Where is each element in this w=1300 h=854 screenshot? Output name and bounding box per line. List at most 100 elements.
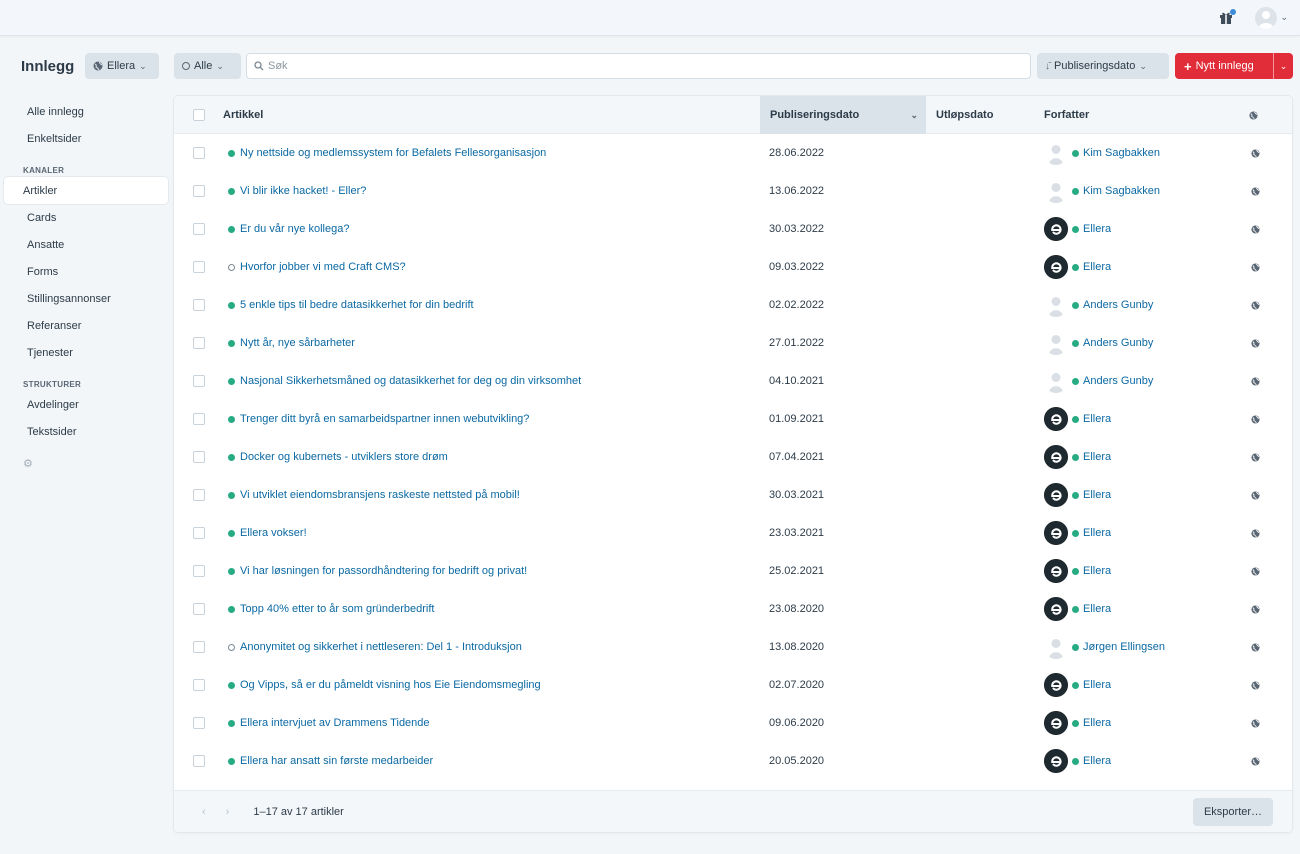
row-checkbox-cell[interactable] xyxy=(193,514,205,552)
row-checkbox[interactable] xyxy=(193,641,205,653)
sidebar-item-avdelinger[interactable]: Avdelinger xyxy=(4,391,168,418)
table-row[interactable]: Topp 40% etter to år som gründerbedrift 2… xyxy=(174,590,1292,628)
row-checkbox[interactable] xyxy=(193,185,205,197)
sidebar-item-alle-innlegg[interactable]: Alle innlegg xyxy=(4,98,168,125)
table-row[interactable]: Trenger ditt byrå en samarbeidspartner i… xyxy=(174,400,1292,438)
row-checkbox-cell[interactable] xyxy=(193,324,205,362)
row-checkbox-cell[interactable] xyxy=(193,666,205,704)
entry-title-link[interactable]: Ellera vokser! xyxy=(228,527,307,539)
row-checkbox-cell[interactable] xyxy=(193,248,205,286)
sidebar-item-ansatte[interactable]: Ansatte xyxy=(4,231,168,258)
author-link[interactable]: Ellera xyxy=(1044,217,1111,241)
row-checkbox[interactable] xyxy=(193,413,205,425)
row-checkbox-cell[interactable] xyxy=(193,742,205,780)
entry-title-link[interactable]: Ellera har ansatt sin første medarbeider xyxy=(228,755,433,767)
table-row[interactable]: 5 enkle tips til bedre datasikkerhet for… xyxy=(174,286,1292,324)
author-link[interactable]: Ellera xyxy=(1044,673,1111,697)
author-link[interactable]: Kim Sagbakken xyxy=(1044,179,1160,203)
next-page-chevron-icon[interactable]: › xyxy=(226,806,230,818)
site-menu-button[interactable]: Ellera ⌄ xyxy=(85,53,159,79)
export-button[interactable]: Eksporter… xyxy=(1193,798,1273,826)
table-row[interactable]: Docker og kubernets - utviklers store dr… xyxy=(174,438,1292,476)
entry-title-link[interactable]: Vi blir ikke hacket! - Eller? xyxy=(228,185,366,197)
customize-sources-gear-icon[interactable]: ⚙ xyxy=(0,457,172,470)
user-menu[interactable]: ⌄ xyxy=(1255,6,1288,29)
entry-title-link[interactable]: Trenger ditt byrå en samarbeidspartner i… xyxy=(228,413,529,425)
entry-title-link[interactable]: Ny nettside og medlemssystem for Befalet… xyxy=(228,147,546,159)
entry-title-link[interactable]: Topp 40% etter to år som gründerbedrift xyxy=(228,603,434,615)
author-link[interactable]: Kim Sagbakken xyxy=(1044,141,1160,165)
sidebar-item-cards[interactable]: Cards xyxy=(4,204,168,231)
author-link[interactable]: Anders Gunby xyxy=(1044,331,1153,355)
row-checkbox[interactable] xyxy=(193,337,205,349)
row-checkbox-cell[interactable] xyxy=(193,172,205,210)
table-row[interactable]: Hvorfor jobber vi med Craft CMS? 09.03.20… xyxy=(174,248,1292,286)
row-checkbox-cell[interactable] xyxy=(193,704,205,742)
select-all-checkbox[interactable] xyxy=(193,109,205,121)
row-checkbox[interactable] xyxy=(193,261,205,273)
sidebar-item-stillingsannonser[interactable]: Stillingsannonser xyxy=(4,285,168,312)
search-box[interactable] xyxy=(246,53,1031,79)
row-checkbox-cell[interactable] xyxy=(193,552,205,590)
search-input[interactable] xyxy=(268,60,1008,72)
sidebar-item-enkeltsider[interactable]: Enkeltsider xyxy=(4,125,168,152)
row-checkbox[interactable] xyxy=(193,603,205,615)
table-row[interactable]: Og Vipps, så er du påmeldt visning hos E… xyxy=(174,666,1292,704)
table-row[interactable]: Vi blir ikke hacket! - Eller? 13.06.2022 K… xyxy=(174,172,1292,210)
column-header-post-date[interactable]: Publiseringsdato ⌄ xyxy=(760,96,926,134)
sidebar-item-tjenester[interactable]: Tjenester xyxy=(4,339,168,366)
column-header-title[interactable]: Artikkel xyxy=(223,96,263,134)
entry-title-link[interactable]: Og Vipps, så er du påmeldt visning hos E… xyxy=(228,679,541,691)
row-checkbox[interactable] xyxy=(193,375,205,387)
author-link[interactable]: Anders Gunby xyxy=(1044,369,1153,393)
sort-menu-button[interactable]: ↓̄ Publiseringsdato ⌄ xyxy=(1037,53,1169,79)
row-checkbox[interactable] xyxy=(193,755,205,767)
entry-title-link[interactable]: Nasjonal Sikkerhetsmåned og datasikkerhe… xyxy=(228,375,581,387)
table-row[interactable]: Ellera har ansatt sin første medarbeider… xyxy=(174,742,1292,780)
table-row[interactable]: Nasjonal Sikkerhetsmåned og datasikkerhe… xyxy=(174,362,1292,400)
column-header-expiry[interactable]: Utløpsdato xyxy=(936,96,993,134)
author-link[interactable]: Ellera xyxy=(1044,711,1111,735)
author-link[interactable]: Ellera xyxy=(1044,407,1111,431)
row-checkbox[interactable] xyxy=(193,451,205,463)
select-all-checkbox-cell[interactable] xyxy=(193,96,213,134)
table-row[interactable]: Nytt år, nye sårbarheter 27.01.2022 Anders… xyxy=(174,324,1292,362)
prev-page-chevron-icon[interactable]: ‹ xyxy=(202,806,206,818)
new-entry-dropdown[interactable]: ⌄ xyxy=(1274,61,1293,72)
author-link[interactable]: Ellera xyxy=(1044,559,1111,583)
sidebar-item-tekstsider[interactable]: Tekstsider xyxy=(4,418,168,445)
table-row[interactable]: Vi har løsningen for passordhåndtering f… xyxy=(174,552,1292,590)
sidebar-item-artikler[interactable]: Artikler xyxy=(4,177,168,204)
row-checkbox-cell[interactable] xyxy=(193,362,205,400)
row-checkbox[interactable] xyxy=(193,489,205,501)
table-row[interactable]: Anonymitet og sikkerhet i nettleseren: D… xyxy=(174,628,1292,666)
entry-title-link[interactable]: Docker og kubernets - utviklers store dr… xyxy=(228,451,448,463)
author-link[interactable]: Ellera xyxy=(1044,597,1111,621)
entry-title-link[interactable]: Vi har løsningen for passordhåndtering f… xyxy=(228,565,527,577)
entry-title-link[interactable]: Nytt år, nye sårbarheter xyxy=(228,337,355,349)
author-link[interactable]: Ellera xyxy=(1044,445,1111,469)
row-checkbox[interactable] xyxy=(193,679,205,691)
entry-title-link[interactable]: Vi utviklet eiendomsbransjens raskeste n… xyxy=(228,489,520,501)
table-row[interactable]: Ny nettside og medlemssystem for Befalet… xyxy=(174,134,1292,172)
new-entry-button[interactable]: + Nytt innlegg ⌄ xyxy=(1175,53,1293,79)
table-row[interactable]: Ellera intervjuet av Drammens Tidende 09.… xyxy=(174,704,1292,742)
row-checkbox-cell[interactable] xyxy=(193,134,205,172)
row-checkbox[interactable] xyxy=(193,299,205,311)
author-link[interactable]: Ellera xyxy=(1044,521,1111,545)
gift-icon[interactable] xyxy=(1219,8,1237,25)
status-menu-button[interactable]: Alle ⌄ xyxy=(174,53,241,79)
sidebar-item-forms[interactable]: Forms xyxy=(4,258,168,285)
author-link[interactable]: Jørgen Ellingsen xyxy=(1044,635,1165,659)
row-checkbox[interactable] xyxy=(193,527,205,539)
sidebar-item-referanser[interactable]: Referanser xyxy=(4,312,168,339)
entry-title-link[interactable]: Hvorfor jobber vi med Craft CMS? xyxy=(228,261,406,273)
row-checkbox[interactable] xyxy=(193,717,205,729)
row-checkbox-cell[interactable] xyxy=(193,590,205,628)
row-checkbox-cell[interactable] xyxy=(193,210,205,248)
table-row[interactable]: Vi utviklet eiendomsbransjens raskeste n… xyxy=(174,476,1292,514)
new-entry-main[interactable]: + Nytt innlegg xyxy=(1175,59,1273,74)
row-checkbox[interactable] xyxy=(193,565,205,577)
author-link[interactable]: Anders Gunby xyxy=(1044,293,1153,317)
author-link[interactable]: Ellera xyxy=(1044,255,1111,279)
